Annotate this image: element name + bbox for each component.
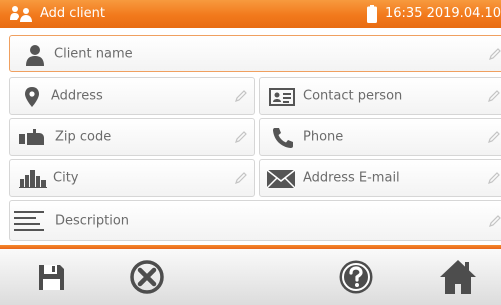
phone-field[interactable]: Phone — [259, 118, 501, 156]
envelope-icon — [266, 169, 296, 189]
contact-card-icon — [269, 88, 295, 106]
save-icon — [39, 265, 64, 290]
description-field[interactable]: Description — [9, 200, 501, 241]
cancel-icon — [130, 260, 164, 294]
phone-label: Phone — [303, 129, 344, 145]
contact-person-field[interactable]: Contact person — [259, 77, 501, 115]
mailbox-icon — [19, 129, 44, 145]
pencil-icon — [488, 172, 500, 184]
help-button[interactable] — [336, 257, 376, 297]
address-label: Address — [51, 88, 103, 104]
location-pin-icon — [25, 87, 39, 107]
zip-code-field[interactable]: Zip code — [9, 118, 255, 156]
battery-icon — [367, 5, 377, 23]
help-icon — [339, 260, 373, 294]
contact-person-label: Contact person — [303, 88, 403, 104]
pencil-icon — [235, 90, 247, 102]
email-field[interactable]: Address E-mail — [259, 159, 501, 197]
client-form: Client name Address Contact person Zip c… — [0, 28, 501, 245]
client-name-field[interactable]: Client name — [9, 35, 501, 72]
home-icon — [440, 260, 476, 294]
pencil-icon — [488, 90, 500, 102]
pencil-icon — [235, 131, 247, 143]
city-label: City — [53, 170, 79, 186]
phone-icon — [273, 128, 293, 148]
zip-code-label: Zip code — [55, 129, 112, 145]
text-lines-icon — [14, 211, 44, 231]
save-button[interactable] — [31, 257, 71, 297]
city-icon — [19, 170, 47, 188]
clock: 16:35 2019.04.10 — [385, 6, 501, 21]
users-icon — [10, 6, 32, 22]
description-label: Description — [55, 213, 130, 228]
city-field[interactable]: City — [9, 159, 255, 197]
title-bar: Add client 16:35 2019.04.10 — [0, 0, 501, 28]
pencil-icon — [489, 47, 501, 60]
pencil-icon — [489, 214, 501, 227]
bottom-toolbar — [0, 249, 501, 305]
person-icon — [26, 45, 44, 66]
home-button[interactable] — [438, 257, 478, 297]
cancel-button[interactable] — [127, 257, 167, 297]
address-field[interactable]: Address — [9, 77, 255, 115]
pencil-icon — [488, 131, 500, 143]
client-name-label: Client name — [54, 46, 133, 61]
window-title: Add client — [40, 6, 106, 21]
pencil-icon — [235, 172, 247, 184]
email-label: Address E-mail — [303, 170, 400, 186]
